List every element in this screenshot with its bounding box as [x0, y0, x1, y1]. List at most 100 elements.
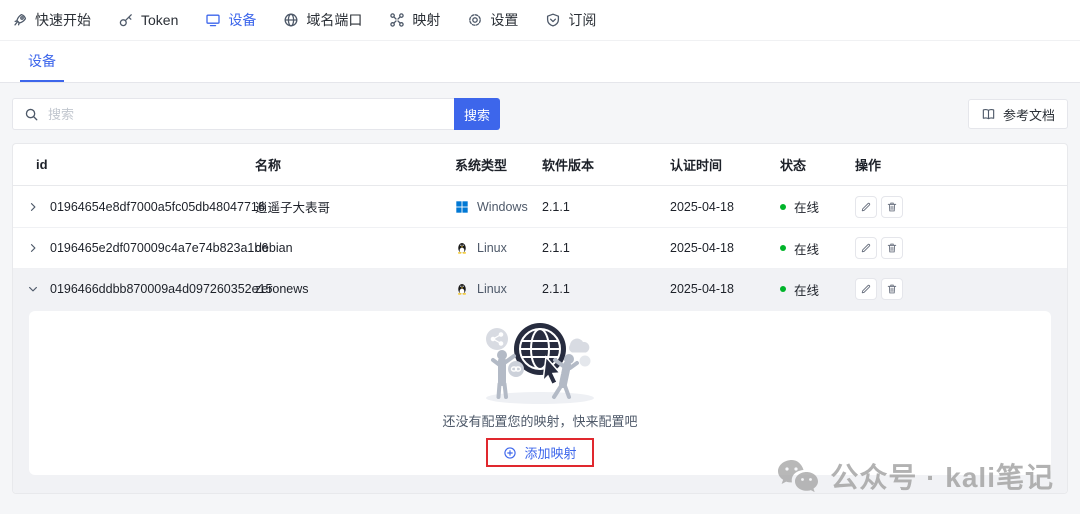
status-label: 在线: [794, 239, 819, 258]
edit-button[interactable]: [855, 237, 877, 259]
device-name: zeronews: [255, 282, 455, 296]
table-row: 0196465e2df070009c4a7e74b823a1b6 debian …: [13, 227, 1067, 268]
device-id: 0196466ddbb870009a4d097260352e15: [50, 282, 255, 296]
table-header-row: id 名称 系统类型 软件版本 认证时间 状态 操作: [13, 144, 1067, 186]
plus-circle-icon: [503, 446, 517, 460]
status-label: 在线: [794, 280, 819, 299]
table-row: 01964654e8df7000a5fc05db48047716 逍遥子大表哥 …: [13, 186, 1067, 227]
device-os: Windows: [455, 200, 542, 214]
column-header-id: id: [13, 157, 255, 172]
rocket-icon: [12, 12, 28, 28]
device-id: 0196465e2df070009c4a7e74b823a1b6: [50, 241, 255, 255]
device-status: 在线: [780, 239, 855, 258]
expand-chevron-right-icon[interactable]: [13, 201, 50, 213]
gear-icon: [467, 12, 483, 28]
reference-docs-button[interactable]: 参考文档: [968, 99, 1068, 129]
tab-label: 设备: [28, 51, 56, 71]
nav-item-label: 映射: [412, 10, 440, 30]
expand-chevron-down-icon[interactable]: [13, 283, 50, 295]
pencil-icon: [860, 201, 872, 213]
device-version: 2.1.1: [542, 200, 670, 214]
edit-button[interactable]: [855, 196, 877, 218]
docs-button-label: 参考文档: [1003, 105, 1055, 124]
column-header-version: 软件版本: [542, 155, 670, 174]
watermark: 公众号 · kali笔记: [776, 456, 1054, 496]
trash-icon: [886, 201, 898, 213]
online-status-dot: [780, 245, 786, 251]
empty-mappings-illustration: [450, 319, 630, 405]
windows-logo-icon: [455, 200, 469, 214]
toolbar: 搜索 参考文档: [12, 98, 1068, 130]
row-operations: [855, 278, 1067, 300]
device-name: 逍遥子大表哥: [255, 197, 455, 216]
nav-item-subscription[interactable]: 订阅: [545, 10, 596, 30]
empty-mappings-message: 还没有配置您的映射，快来配置吧: [442, 411, 637, 430]
device-os-label: Linux: [477, 241, 507, 255]
delete-button[interactable]: [881, 237, 903, 259]
online-status-dot: [780, 204, 786, 210]
device-version: 2.1.1: [542, 282, 670, 296]
linux-penguin-icon: [455, 282, 469, 296]
device-id: 01964654e8df7000a5fc05db48047716: [50, 200, 255, 214]
annotation-highlight-box: 添加映射: [486, 438, 593, 467]
edit-button[interactable]: [855, 278, 877, 300]
watermark-text: 公众号 · kali笔记: [830, 456, 1054, 496]
nav-item-settings[interactable]: 设置: [467, 10, 518, 30]
monitor-icon: [205, 12, 221, 28]
column-header-auth-time: 认证时间: [670, 155, 780, 174]
nav-item-token[interactable]: Token: [118, 12, 178, 28]
device-os: Linux: [455, 282, 542, 296]
tab-strip: 设备: [0, 41, 1080, 83]
book-icon: [981, 107, 996, 122]
device-os: Linux: [455, 241, 542, 255]
nav-item-label: 订阅: [568, 10, 596, 30]
column-header-os: 系统类型: [455, 155, 542, 174]
trash-icon: [886, 242, 898, 254]
add-mapping-label: 添加映射: [524, 443, 576, 462]
search-input[interactable]: [48, 107, 443, 122]
expand-chevron-right-icon[interactable]: [13, 242, 50, 254]
device-version: 2.1.1: [542, 241, 670, 255]
device-status: 在线: [780, 197, 855, 216]
nav-item-label: Token: [141, 12, 178, 28]
wechat-icon: [776, 458, 820, 494]
row-operations: [855, 196, 1067, 218]
trash-icon: [886, 283, 898, 295]
add-mapping-button[interactable]: 添加映射: [503, 443, 576, 462]
globe-icon: [283, 12, 299, 28]
device-auth-time: 2025-04-18: [670, 241, 780, 255]
key-icon: [118, 12, 134, 28]
pencil-icon: [860, 242, 872, 254]
device-name: debian: [255, 241, 455, 255]
column-header-name: 名称: [255, 155, 455, 174]
delete-button[interactable]: [881, 196, 903, 218]
column-header-status: 状态: [780, 155, 855, 174]
nav-item-label: 域名端口: [306, 10, 362, 30]
table-row-expanded: 0196466ddbb870009a4d097260352e15 zeronew…: [13, 268, 1067, 309]
row-operations: [855, 237, 1067, 259]
device-os-label: Linux: [477, 282, 507, 296]
device-auth-time: 2025-04-18: [670, 282, 780, 296]
search-button[interactable]: 搜索: [454, 98, 500, 130]
nav-item-mapping[interactable]: 映射: [389, 10, 440, 30]
certificate-icon: [545, 12, 561, 28]
search-group: 搜索: [12, 98, 500, 130]
nav-item-quick-start[interactable]: 快速开始: [12, 10, 91, 30]
column-header-operations: 操作: [855, 155, 1067, 174]
delete-button[interactable]: [881, 278, 903, 300]
main-content: 搜索 参考文档 id 名称 系统类型 软件版本 认证时间 状态 操作 01964…: [0, 83, 1080, 513]
device-os-label: Windows: [477, 200, 528, 214]
device-auth-time: 2025-04-18: [670, 200, 780, 214]
linux-penguin-icon: [455, 241, 469, 255]
nav-item-label: 设置: [490, 10, 518, 30]
search-icon: [24, 107, 39, 122]
tab-devices[interactable]: 设备: [20, 41, 64, 82]
nav-item-devices[interactable]: 设备: [205, 10, 256, 30]
top-navigation: 快速开始 Token 设备 域名端口 映射 设置 订阅: [0, 0, 1080, 41]
pencil-icon: [860, 283, 872, 295]
search-box: [12, 98, 454, 130]
nav-item-label: 设备: [228, 10, 256, 30]
status-label: 在线: [794, 197, 819, 216]
nav-item-domain-port[interactable]: 域名端口: [283, 10, 362, 30]
device-status: 在线: [780, 280, 855, 299]
